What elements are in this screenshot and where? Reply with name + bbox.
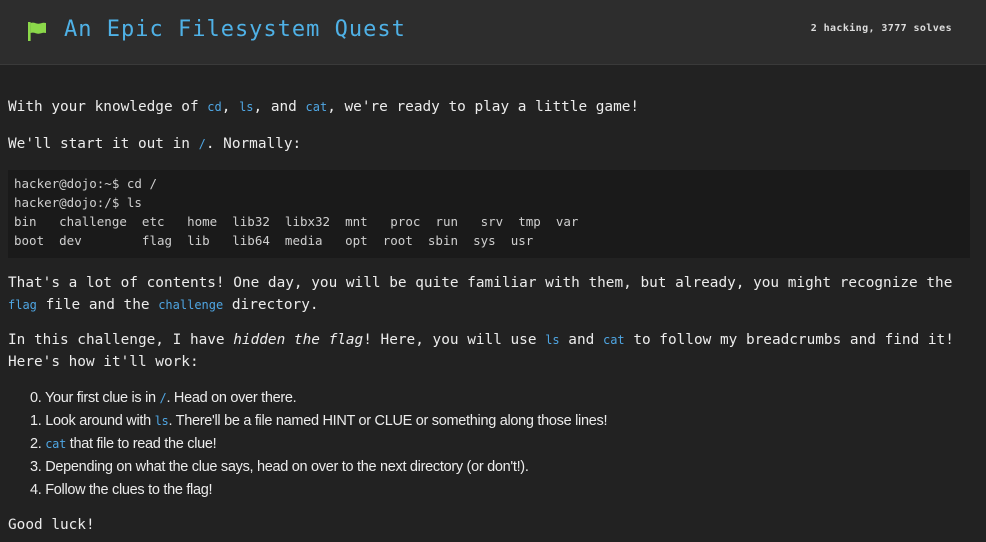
- list-item: 0. Your first clue is in /. Head on over…: [30, 390, 297, 406]
- emphasis-text: hidden the flag: [233, 332, 364, 348]
- list-item: 2. cat that file to read the clue!: [30, 436, 217, 452]
- inline-code: challenge: [158, 298, 224, 312]
- inline-code: flag: [8, 298, 37, 312]
- terminal-line: bin challenge etc home lib32 libx32 mnt …: [14, 214, 579, 229]
- intro-paragraph: With your knowledge of cd, ls, and cat, …: [8, 99, 640, 115]
- inline-code: cat: [305, 100, 328, 114]
- terminal-code-block: hacker@dojo:~$ cd / hacker@dojo:/$ ls bin …: [8, 170, 970, 258]
- solve-stats: 2 hacking, 3777 solves: [810, 23, 952, 34]
- inline-code: cd: [207, 100, 222, 114]
- terminal-line: hacker@dojo:~$ cd /: [14, 176, 157, 191]
- challenge-paragraph: In this challenge, I have hidden the fla…: [8, 332, 954, 370]
- inline-code: ls: [154, 414, 169, 428]
- terminal-line: boot dev flag lib lib64 media opt root s…: [14, 233, 534, 248]
- closing-text: Good luck!: [8, 517, 95, 533]
- inline-code: /: [198, 137, 206, 151]
- list-item: 4. Follow the clues to the flag!: [30, 482, 213, 498]
- inline-code: cat: [45, 437, 67, 451]
- flag-icon: [26, 20, 48, 42]
- list-item: 1. Look around with ls. There'll be a fi…: [30, 413, 608, 429]
- inline-code: cat: [602, 333, 625, 347]
- inline-code: ls: [239, 100, 254, 114]
- challenge-header: An Epic Filesystem Quest 2 hacking, 3777…: [0, 0, 986, 65]
- contents-paragraph: That's a lot of contents! One day, you w…: [8, 275, 953, 313]
- steps-list: 0. Your first clue is in /. Head on over…: [30, 387, 607, 502]
- list-item: 3. Depending on what the clue says, head…: [30, 459, 529, 475]
- page-title: An Epic Filesystem Quest: [64, 17, 406, 42]
- start-paragraph: We'll start it out in /. Normally:: [8, 136, 302, 152]
- terminal-line: hacker@dojo:/$ ls: [14, 195, 142, 210]
- inline-code: ls: [545, 333, 560, 347]
